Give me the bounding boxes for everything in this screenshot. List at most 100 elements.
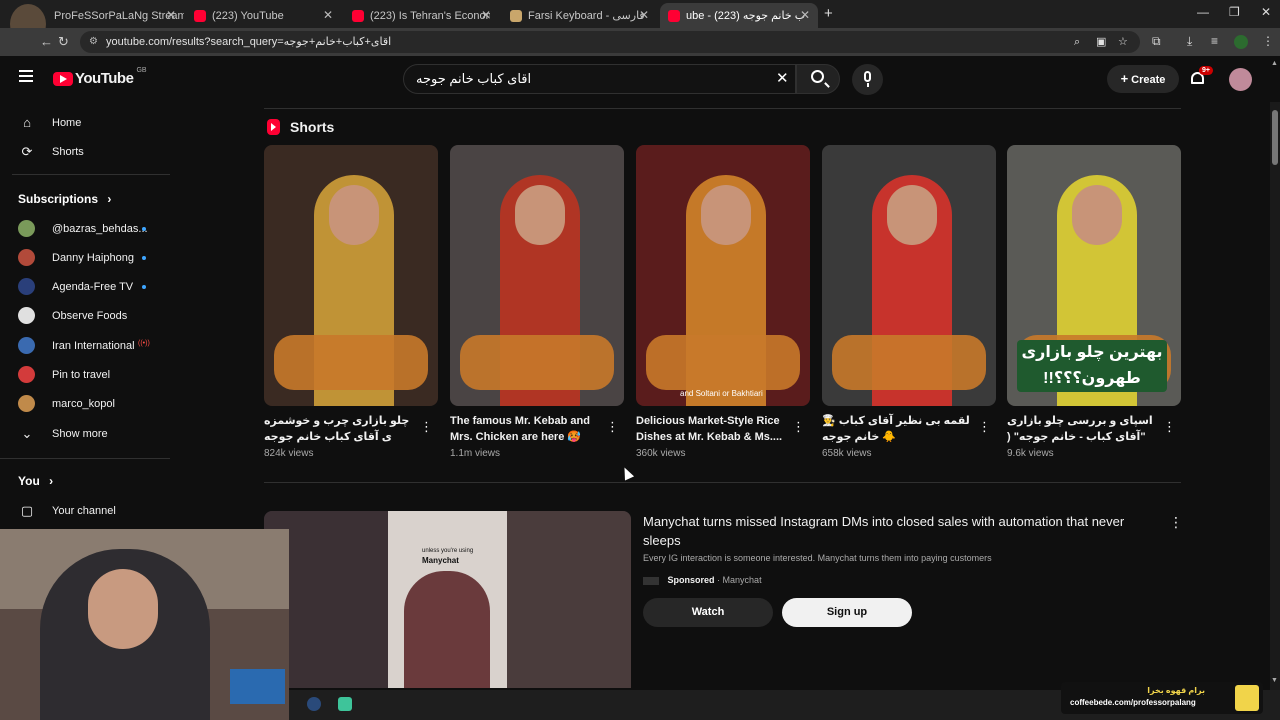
- short-card[interactable]: چلو بازاری چرب و خوشمزه ی آقای کباب خانم…: [264, 145, 438, 459]
- more-options-icon[interactable]: ⋮: [420, 419, 433, 435]
- subscription-name: marco_kopol: [52, 397, 115, 410]
- notifications-button[interactable]: 9+: [1189, 66, 1213, 90]
- thumbnail-food: [460, 335, 614, 390]
- subscriptions-header[interactable]: Subscriptions ›: [18, 192, 111, 206]
- download-icon[interactable]: ⤓: [1187, 34, 1192, 49]
- back-icon[interactable]: ←: [40, 34, 53, 49]
- channel-icon: ▢: [20, 502, 34, 518]
- close-icon[interactable]: ✕: [639, 8, 649, 22]
- browser-tab[interactable]: (223) Is Tehran's Economy Cha ✕: [344, 3, 499, 28]
- sidebar-item-home[interactable]: ⌂ Home: [0, 108, 170, 137]
- bookmark-star-icon[interactable]: ☆: [1118, 31, 1128, 53]
- close-icon[interactable]: ✕: [800, 8, 810, 22]
- short-view-count: 658k views: [822, 448, 872, 459]
- short-view-count: 360k views: [636, 448, 686, 459]
- channel-avatar: [18, 278, 35, 295]
- scroll-up-icon[interactable]: ▲: [1271, 60, 1278, 67]
- more-options-icon[interactable]: ⋮: [978, 419, 991, 435]
- subscription-name: Agenda-Free TV: [52, 280, 134, 293]
- profile-icon[interactable]: [1234, 35, 1248, 49]
- close-icon[interactable]: ✕: [166, 8, 176, 22]
- minimize-icon[interactable]: —: [1197, 5, 1209, 19]
- hamburger-menu-icon[interactable]: [19, 70, 33, 82]
- sign-up-button[interactable]: Sign up: [782, 598, 912, 627]
- extensions-icon[interactable]: ⧉: [1152, 34, 1161, 49]
- site-info-icon[interactable]: ⚙: [89, 31, 98, 53]
- scroll-down-icon[interactable]: ▼: [1271, 677, 1278, 684]
- sidebar-subscription-item[interactable]: Pin to travel: [0, 360, 170, 389]
- search-input[interactable]: اقای کباب خانم جوجه ✕: [403, 64, 796, 94]
- short-card[interactable]: بهترین چلو بازاری طهرون؟؟؟!! اسپای و بررس…: [1007, 145, 1181, 459]
- sidebar-item-label: Your channel: [52, 504, 116, 517]
- sidebar-item-your-channel[interactable]: ▢ Your channel: [0, 496, 170, 525]
- short-title[interactable]: Delicious Market-Style Rice Dishes at Mr…: [636, 413, 786, 447]
- short-thumbnail[interactable]: بهترین چلو بازاری طهرون؟؟؟!!: [1007, 145, 1181, 406]
- more-options-icon[interactable]: ⋮: [1163, 419, 1176, 435]
- short-title[interactable]: لقمه بی نظیر آقای کباب 👨‍🍳 خانم جوجه 🐥: [822, 413, 972, 447]
- ad-thumbnail[interactable]: unless you're using Manychat: [264, 511, 631, 688]
- sidebar-subscription-item[interactable]: Agenda-Free TV: [0, 272, 170, 301]
- short-thumbnail[interactable]: [822, 145, 996, 406]
- sidebar-subscription-item[interactable]: Iran International ((•)): [0, 331, 170, 360]
- short-title[interactable]: The famous Mr. Kebab and Mrs. Chicken ar…: [450, 413, 600, 447]
- sidebar-subscription-item[interactable]: Danny Haiphong: [0, 243, 170, 272]
- browser-tab-active[interactable]: ube - (223) اقای کباب خانم جوجه ✕: [660, 3, 818, 28]
- mouse-cursor-icon: [619, 465, 635, 481]
- cast-icon[interactable]: ▣: [1096, 31, 1106, 53]
- you-header[interactable]: You ›: [18, 474, 53, 488]
- thumbnail-face: [329, 185, 379, 245]
- chevron-right-icon: ›: [107, 192, 112, 206]
- short-thumbnail[interactable]: and Soltani or Bakhtiari: [636, 145, 810, 406]
- sidebar-item-shorts[interactable]: ⟳ Shorts: [0, 137, 170, 166]
- reading-list-icon[interactable]: ≡: [1211, 34, 1218, 48]
- short-thumbnail[interactable]: [450, 145, 624, 406]
- maximize-icon[interactable]: ❐: [1229, 5, 1240, 19]
- create-button[interactable]: + Create: [1107, 65, 1179, 93]
- youtube-logo[interactable]: YouTube GB: [53, 67, 147, 87]
- tab-text: ube - (223) اقای کباب خانم جوجه: [686, 10, 806, 22]
- short-thumbnail[interactable]: [264, 145, 438, 406]
- advertiser-name: Manychat: [722, 575, 762, 585]
- youtube-play-icon: [53, 71, 73, 86]
- show-more-button[interactable]: ⌄ Show more: [0, 419, 170, 448]
- search-button[interactable]: [796, 64, 840, 94]
- more-options-icon[interactable]: ⋮: [606, 419, 619, 435]
- close-window-icon[interactable]: ✕: [1261, 5, 1271, 19]
- short-title[interactable]: چلو بازاری چرب و خوشمزه ی آقای کباب خانم…: [264, 413, 414, 447]
- app-icon[interactable]: [338, 697, 352, 711]
- browser-tab[interactable]: Farsi Keyboard - صفحه کلید فارسی ✕: [502, 3, 657, 28]
- short-card[interactable]: لقمه بی نظیر آقای کباب 👨‍🍳 خانم جوجه 🐥 ⋮ 6…: [822, 145, 996, 459]
- short-card[interactable]: and Soltani or Bakhtiari Delicious Market…: [636, 145, 810, 459]
- ad-more-icon[interactable]: ⋮: [1169, 514, 1183, 531]
- reload-icon[interactable]: ↻: [58, 34, 69, 50]
- sidebar-subscription-item[interactable]: marco_kopol: [0, 389, 170, 418]
- address-bar[interactable]: ⚙ youtube.com/results?search_query=اقای+…: [80, 31, 1140, 53]
- sidebar-subscription-item[interactable]: @bazras_behdas...: [0, 214, 170, 243]
- more-options-icon[interactable]: ⋮: [792, 419, 805, 435]
- ad-title[interactable]: Manychat turns missed Instagram DMs into…: [643, 512, 1163, 550]
- youtube-header: YouTube GB اقای کباب خانم جوجه ✕ + Create…: [0, 56, 1280, 102]
- browser-toolbar: ← ↻ ⚙ youtube.com/results?search_query=ا…: [0, 28, 1280, 56]
- short-title[interactable]: اسپای و بررسی چلو بازاری "آقای کباب - خا…: [1007, 413, 1157, 447]
- short-card[interactable]: The famous Mr. Kebab and Mrs. Chicken ar…: [450, 145, 624, 459]
- scrollbar-thumb[interactable]: [1272, 110, 1278, 165]
- watch-button[interactable]: Watch: [643, 598, 773, 627]
- zoom-icon[interactable]: ⌕: [1074, 31, 1080, 53]
- browser-tab[interactable]: (223) YouTube ✕: [186, 3, 341, 28]
- sidebar-subscription-item[interactable]: Observe Foods: [0, 301, 170, 330]
- steam-icon[interactable]: [307, 697, 321, 711]
- thumbnail-overlay-text: بهترین چلو بازاری طهرون؟؟؟!!: [1017, 340, 1167, 392]
- page-scrollbar[interactable]: ▲ ▼: [1270, 60, 1280, 690]
- new-tab-button[interactable]: +: [824, 5, 833, 22]
- thumbnail-food: [832, 335, 986, 390]
- close-icon[interactable]: ✕: [323, 8, 333, 22]
- account-avatar[interactable]: [1229, 68, 1252, 91]
- close-icon[interactable]: ✕: [481, 8, 491, 22]
- browser-tab[interactable]: ProFeSSorPaLaNg Stream - Wa ✕: [46, 3, 184, 28]
- short-view-count: 1.1m views: [450, 448, 501, 459]
- new-content-dot: [142, 256, 146, 260]
- clear-search-icon[interactable]: ✕: [776, 65, 789, 93]
- browser-menu-icon[interactable]: ⋮: [1262, 34, 1274, 48]
- tab-text: (223) YouTube: [212, 9, 284, 22]
- voice-search-button[interactable]: [852, 64, 883, 95]
